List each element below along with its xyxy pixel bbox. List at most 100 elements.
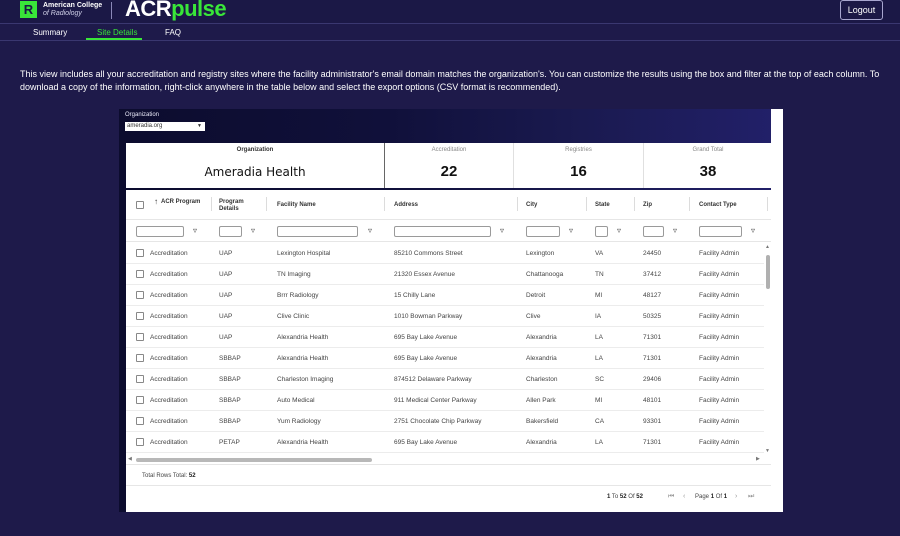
city-filter-input[interactable] <box>526 226 560 237</box>
page-label: Page <box>695 494 710 500</box>
scroll-up-icon[interactable]: ▲ <box>765 244 770 250</box>
column-divider <box>384 197 385 211</box>
next-page-icon[interactable]: › <box>735 493 737 500</box>
site-details-report: Organization ameradia.org ▼ Organization… <box>119 109 783 512</box>
sort-ascending-icon[interactable]: ↑ <box>154 198 158 206</box>
table-row[interactable]: Accreditation PETAP Alexandria Health 69… <box>126 432 764 453</box>
row-checkbox[interactable] <box>136 438 144 446</box>
page-current: 1 <box>710 494 715 500</box>
cell-facility-name: Alexandria Health <box>277 334 329 341</box>
table-row[interactable]: Accreditation UAP Lexington Hospital 852… <box>126 243 764 264</box>
cell-state: MI <box>595 292 603 299</box>
last-page-icon[interactable]: ⏭ <box>748 493 754 501</box>
tab-summary[interactable]: Summary <box>33 28 67 37</box>
column-header-contact-type[interactable]: Contact Type <box>699 202 737 209</box>
column-header-state[interactable]: State <box>595 202 610 209</box>
column-header-address[interactable]: Address <box>394 202 418 209</box>
row-checkbox[interactable] <box>136 417 144 425</box>
grand-total-card-value: 38 <box>699 163 717 180</box>
grand-total-card-label: Grand Total <box>692 147 724 153</box>
organization-select-value: ameradia.org <box>127 123 163 129</box>
column-divider <box>586 197 587 211</box>
previous-page-icon[interactable]: ‹ <box>683 493 685 500</box>
filter-icon[interactable]: ▿ <box>193 226 197 236</box>
cell-contact-type: Facility Admin <box>699 334 740 341</box>
cell-acr-program: Accreditation <box>150 313 188 320</box>
cell-acr-program: Accreditation <box>150 292 188 299</box>
cell-acr-program: Accreditation <box>150 334 188 341</box>
cell-state: VA <box>595 250 604 257</box>
column-divider <box>211 197 212 211</box>
accreditation-card-label: Accreditation <box>431 147 467 153</box>
cell-acr-program: Accreditation <box>150 418 188 425</box>
table-row[interactable]: Accreditation SBBAP Yum Radiology 2751 C… <box>126 411 764 432</box>
filter-icon[interactable]: ▿ <box>500 226 504 236</box>
filter-icon[interactable]: ▿ <box>251 226 255 236</box>
cell-program-details: UAP <box>219 313 233 320</box>
page-indicator: Page 1 Of 1 <box>695 494 727 500</box>
page-total: 1 <box>723 494 728 500</box>
acr-program-filter-input[interactable] <box>136 226 184 237</box>
organization-select[interactable]: ameradia.org ▼ <box>125 122 205 131</box>
row-range-text: 1 To 52 Of 52 <box>607 494 643 500</box>
cell-program-details: PETAP <box>219 439 240 446</box>
cell-city: Alexandria <box>526 439 557 446</box>
column-header-acr-program[interactable]: ACR Program <box>161 199 201 206</box>
contact-type-filter-input[interactable] <box>699 226 742 237</box>
cell-city: Charleston <box>526 376 558 383</box>
pagination-bar: 1 To 52 Of 52 ⏮ ‹ Page 1 Of 1 › ⏭ <box>126 486 772 510</box>
select-all-checkbox[interactable] <box>136 201 144 209</box>
cell-state: CA <box>595 418 605 425</box>
tab-faq[interactable]: FAQ <box>165 28 181 37</box>
column-header-facility-name[interactable]: Facility Name <box>277 202 316 209</box>
table-row[interactable]: Accreditation UAP TN Imaging 21320 Essex… <box>126 264 764 285</box>
column-divider <box>266 197 267 211</box>
cell-program-details: UAP <box>219 292 233 299</box>
filter-icon[interactable]: ▿ <box>569 226 573 236</box>
zip-filter-input[interactable] <box>643 226 664 237</box>
row-checkbox[interactable] <box>136 396 144 404</box>
row-checkbox[interactable] <box>136 354 144 362</box>
column-header-program-details[interactable]: Program Details <box>219 199 259 213</box>
horizontal-scrollbar-thumb[interactable] <box>136 458 372 462</box>
row-checkbox[interactable] <box>136 375 144 383</box>
scroll-left-icon[interactable]: ◀ <box>128 456 132 462</box>
filter-icon[interactable]: ▿ <box>617 226 621 236</box>
row-checkbox[interactable] <box>136 333 144 341</box>
tab-site-details[interactable]: Site Details <box>97 28 137 37</box>
table-row[interactable]: Accreditation UAP Alexandria Health 695 … <box>126 327 764 348</box>
cell-contact-type: Facility Admin <box>699 313 740 320</box>
row-checkbox[interactable] <box>136 270 144 278</box>
table-row[interactable]: Accreditation UAP Brrr Radiology 15 Chil… <box>126 285 764 306</box>
address-filter-input[interactable] <box>394 226 491 237</box>
cell-facility-name: Yum Radiology <box>277 418 321 425</box>
total-rows-bar: Total Rows Total: 52 <box>126 464 772 486</box>
filter-icon[interactable]: ▿ <box>673 226 677 236</box>
table-row[interactable]: Accreditation SBBAP Alexandria Health 69… <box>126 348 764 369</box>
column-header-city[interactable]: City <box>526 202 537 209</box>
row-checkbox[interactable] <box>136 249 144 257</box>
scroll-down-icon[interactable]: ▼ <box>765 448 770 454</box>
horizontal-scrollbar[interactable]: ◀ ▶ <box>126 455 772 464</box>
cell-city: Clive <box>526 313 541 320</box>
filter-icon[interactable]: ▿ <box>751 226 755 236</box>
column-divider <box>689 197 690 211</box>
row-checkbox[interactable] <box>136 312 144 320</box>
logout-button[interactable]: Logout <box>840 0 883 20</box>
filter-row: ▿ ▿ ▿ ▿ ▿ ▿ ▿ ▿ <box>126 220 772 242</box>
cell-state: SC <box>595 376 605 383</box>
logo-text-line2: of Radiology <box>43 10 82 17</box>
table-row[interactable]: Accreditation SBBAP Charleston Imaging 8… <box>126 369 764 390</box>
table-row[interactable]: Accreditation UAP Clive Clinic 1010 Bowm… <box>126 306 764 327</box>
column-header-zip[interactable]: Zip <box>643 202 652 209</box>
vertical-scrollbar-thumb[interactable] <box>766 255 770 289</box>
column-divider <box>767 197 768 211</box>
scroll-right-icon[interactable]: ▶ <box>756 456 760 462</box>
state-filter-input[interactable] <box>595 226 608 237</box>
filter-icon[interactable]: ▿ <box>368 226 372 236</box>
program-details-filter-input[interactable] <box>219 226 242 237</box>
row-checkbox[interactable] <box>136 291 144 299</box>
facility-name-filter-input[interactable] <box>277 226 358 237</box>
first-page-icon[interactable]: ⏮ <box>668 493 674 501</box>
table-row[interactable]: Accreditation SBBAP Auto Medical 911 Med… <box>126 390 764 411</box>
